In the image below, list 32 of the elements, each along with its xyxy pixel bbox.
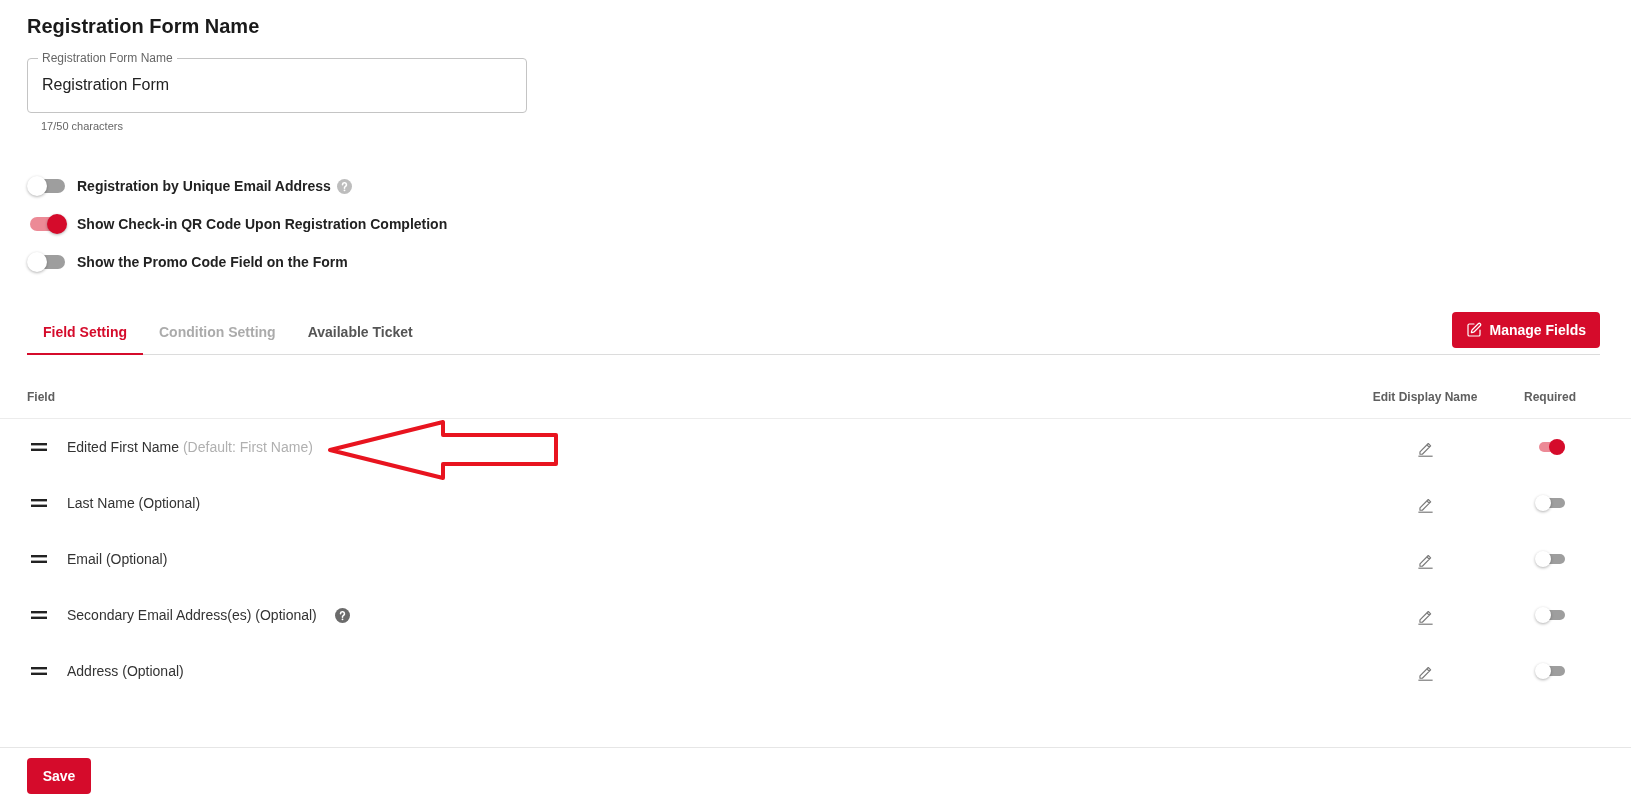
field-label: Secondary Email Address(es) (Optional) bbox=[67, 605, 317, 625]
field-label: Email (Optional) bbox=[67, 549, 168, 569]
square-pen-icon bbox=[1465, 322, 1482, 338]
save-button[interactable]: Save bbox=[27, 758, 91, 794]
tab[interactable]: Field Setting bbox=[27, 320, 143, 355]
field-label: Address (Optional) bbox=[67, 661, 184, 681]
field-label: Registration Form Name bbox=[41, 50, 174, 66]
manage-fields-button[interactable]: Manage Fields bbox=[1451, 312, 1600, 348]
drag-handle-icon[interactable] bbox=[31, 443, 47, 451]
toggle-switch[interactable] bbox=[1535, 551, 1565, 567]
drag-handle-icon[interactable] bbox=[31, 611, 47, 619]
toggle-switch[interactable] bbox=[1535, 607, 1565, 623]
form-name-field[interactable]: Registration Form Name Registration Form bbox=[27, 50, 527, 113]
toggle-switch[interactable] bbox=[27, 176, 67, 196]
column-header: Field bbox=[27, 389, 55, 405]
page-title: Registration Form Name bbox=[27, 14, 260, 39]
toggle-label: Show Check-in QR Code Upon Registration Completion bbox=[77, 214, 448, 234]
field-label: Last Name (Optional) bbox=[67, 493, 201, 513]
character-count: 17/50 characters bbox=[40, 119, 123, 133]
tab[interactable]: Available Ticket bbox=[291, 320, 429, 355]
drag-handle-icon[interactable] bbox=[31, 555, 47, 563]
column-header: Required bbox=[1524, 389, 1576, 405]
toggle-switch[interactable] bbox=[1535, 663, 1565, 679]
drag-handle-icon[interactable] bbox=[31, 499, 47, 507]
toggle-label: Show the Promo Code Field on the Form bbox=[77, 252, 348, 272]
toggle-switch[interactable] bbox=[27, 252, 67, 272]
field-label: Edited First Name (Default: First Name) bbox=[67, 437, 313, 457]
toggle-label: Registration by Unique Email Address bbox=[77, 176, 331, 196]
column-header: Edit Display Name bbox=[1372, 389, 1478, 405]
drag-handle-icon[interactable] bbox=[31, 667, 47, 675]
toggle-switch[interactable] bbox=[1535, 495, 1565, 511]
field-value[interactable]: Registration Form bbox=[38, 66, 516, 104]
